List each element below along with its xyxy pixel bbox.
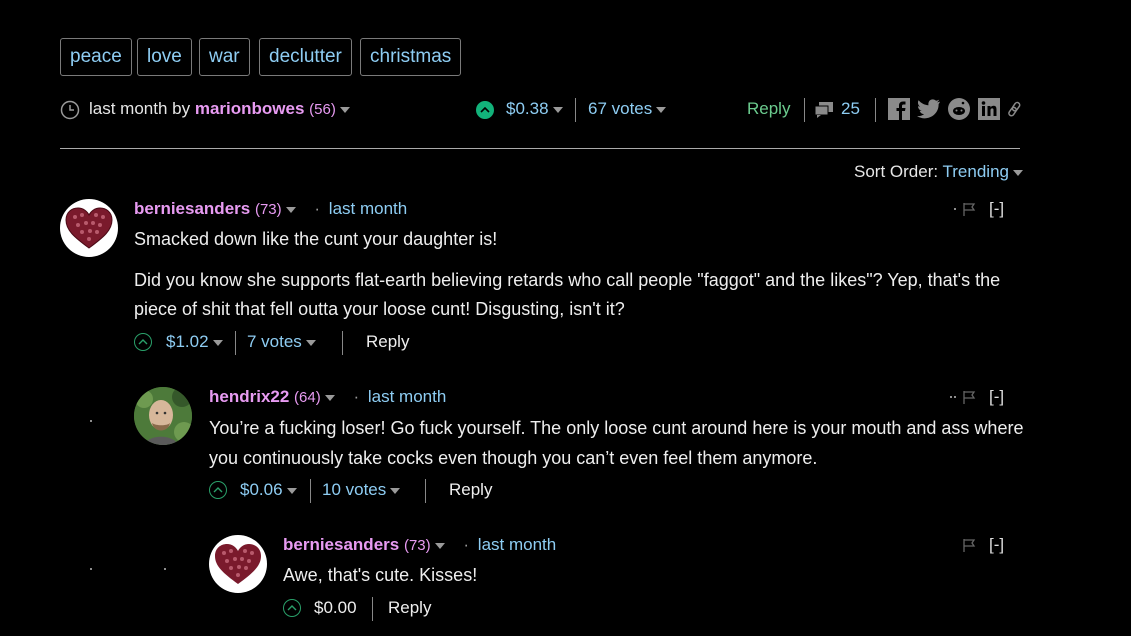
comment-time-link[interactable]: last month bbox=[478, 535, 556, 554]
comment-paragraph: Smacked down like the cunt your daughter… bbox=[134, 229, 498, 249]
upvote-button[interactable] bbox=[209, 481, 227, 499]
comment-author-link[interactable]: hendrix22 bbox=[209, 387, 289, 406]
divider bbox=[60, 148, 1020, 149]
avatar[interactable] bbox=[209, 535, 267, 593]
avatar[interactable] bbox=[60, 199, 118, 257]
collapse-button[interactable]: [-] bbox=[989, 199, 1004, 219]
comment-reply-link[interactable]: Reply bbox=[366, 332, 409, 352]
flag-icon[interactable] bbox=[962, 538, 976, 552]
collapse-button[interactable]: [-] bbox=[989, 535, 1004, 555]
post-author-rep: (56) bbox=[309, 101, 336, 118]
comment-payout[interactable]: $0.06 bbox=[240, 480, 283, 499]
comment-time-link[interactable]: last month bbox=[329, 199, 407, 218]
post-reply-link[interactable]: Reply bbox=[747, 99, 790, 119]
twitter-icon[interactable] bbox=[917, 99, 941, 119]
tag-love[interactable]: love bbox=[137, 38, 192, 76]
tag-christmas[interactable]: christmas bbox=[360, 38, 462, 76]
author-menu-caret[interactable] bbox=[339, 106, 350, 113]
comment-reply-link[interactable]: Reply bbox=[388, 598, 431, 618]
post-payout[interactable]: $0.38 bbox=[506, 99, 549, 118]
flag-icon[interactable] bbox=[962, 202, 976, 216]
tag-declutter[interactable]: declutter bbox=[259, 38, 352, 76]
comment-paragraph: Awe, that's cute. Kisses! bbox=[283, 565, 478, 585]
post-votes[interactable]: 67 votes bbox=[588, 99, 652, 118]
comment-author-rep: (64) bbox=[294, 389, 321, 406]
comment-votes[interactable]: 7 votes bbox=[247, 332, 302, 351]
author-menu-caret[interactable] bbox=[434, 542, 445, 549]
clock-icon bbox=[60, 100, 80, 120]
comment-reply-link[interactable]: Reply bbox=[449, 480, 492, 500]
post-upvote-button[interactable] bbox=[476, 101, 494, 119]
comment-paragraph: Did you know she supports flat-earth bel… bbox=[134, 270, 1001, 319]
tag-war[interactable]: war bbox=[199, 38, 250, 76]
post-author-link[interactable]: marionbowes bbox=[195, 99, 305, 118]
sort-select[interactable]: Trending bbox=[943, 162, 1009, 181]
comment-author-rep: (73) bbox=[254, 201, 282, 218]
comment-author-link[interactable]: berniesanders bbox=[134, 199, 250, 218]
sort-label: Sort Order: bbox=[854, 162, 939, 181]
post-time: last month by bbox=[89, 99, 191, 118]
comment-paragraph: You’re a fucking loser! Go fuck yourself… bbox=[209, 418, 1024, 468]
comments-icon[interactable] bbox=[814, 101, 834, 119]
upvote-button[interactable] bbox=[134, 333, 152, 351]
linkedin-icon[interactable] bbox=[978, 98, 1000, 120]
avatar[interactable] bbox=[134, 387, 192, 445]
collapse-button[interactable]: [-] bbox=[989, 387, 1004, 407]
flag-icon[interactable] bbox=[962, 390, 976, 404]
comment-payout[interactable]: $0.00 bbox=[314, 598, 357, 618]
link-icon[interactable] bbox=[1007, 101, 1023, 117]
author-menu-caret[interactable] bbox=[285, 206, 296, 213]
comment-count[interactable]: 25 bbox=[841, 99, 860, 119]
comment-payout[interactable]: $1.02 bbox=[166, 332, 209, 351]
reddit-icon[interactable] bbox=[948, 98, 970, 120]
upvote-button[interactable] bbox=[283, 599, 301, 617]
comment-author-link[interactable]: berniesanders bbox=[283, 535, 399, 554]
comment-time-link[interactable]: last month bbox=[368, 387, 446, 406]
tag-peace[interactable]: peace bbox=[60, 38, 132, 76]
comment-votes[interactable]: 10 votes bbox=[322, 480, 386, 499]
author-menu-caret[interactable] bbox=[324, 394, 335, 401]
comment-author-rep: (73) bbox=[403, 537, 431, 554]
facebook-icon[interactable] bbox=[888, 98, 910, 120]
